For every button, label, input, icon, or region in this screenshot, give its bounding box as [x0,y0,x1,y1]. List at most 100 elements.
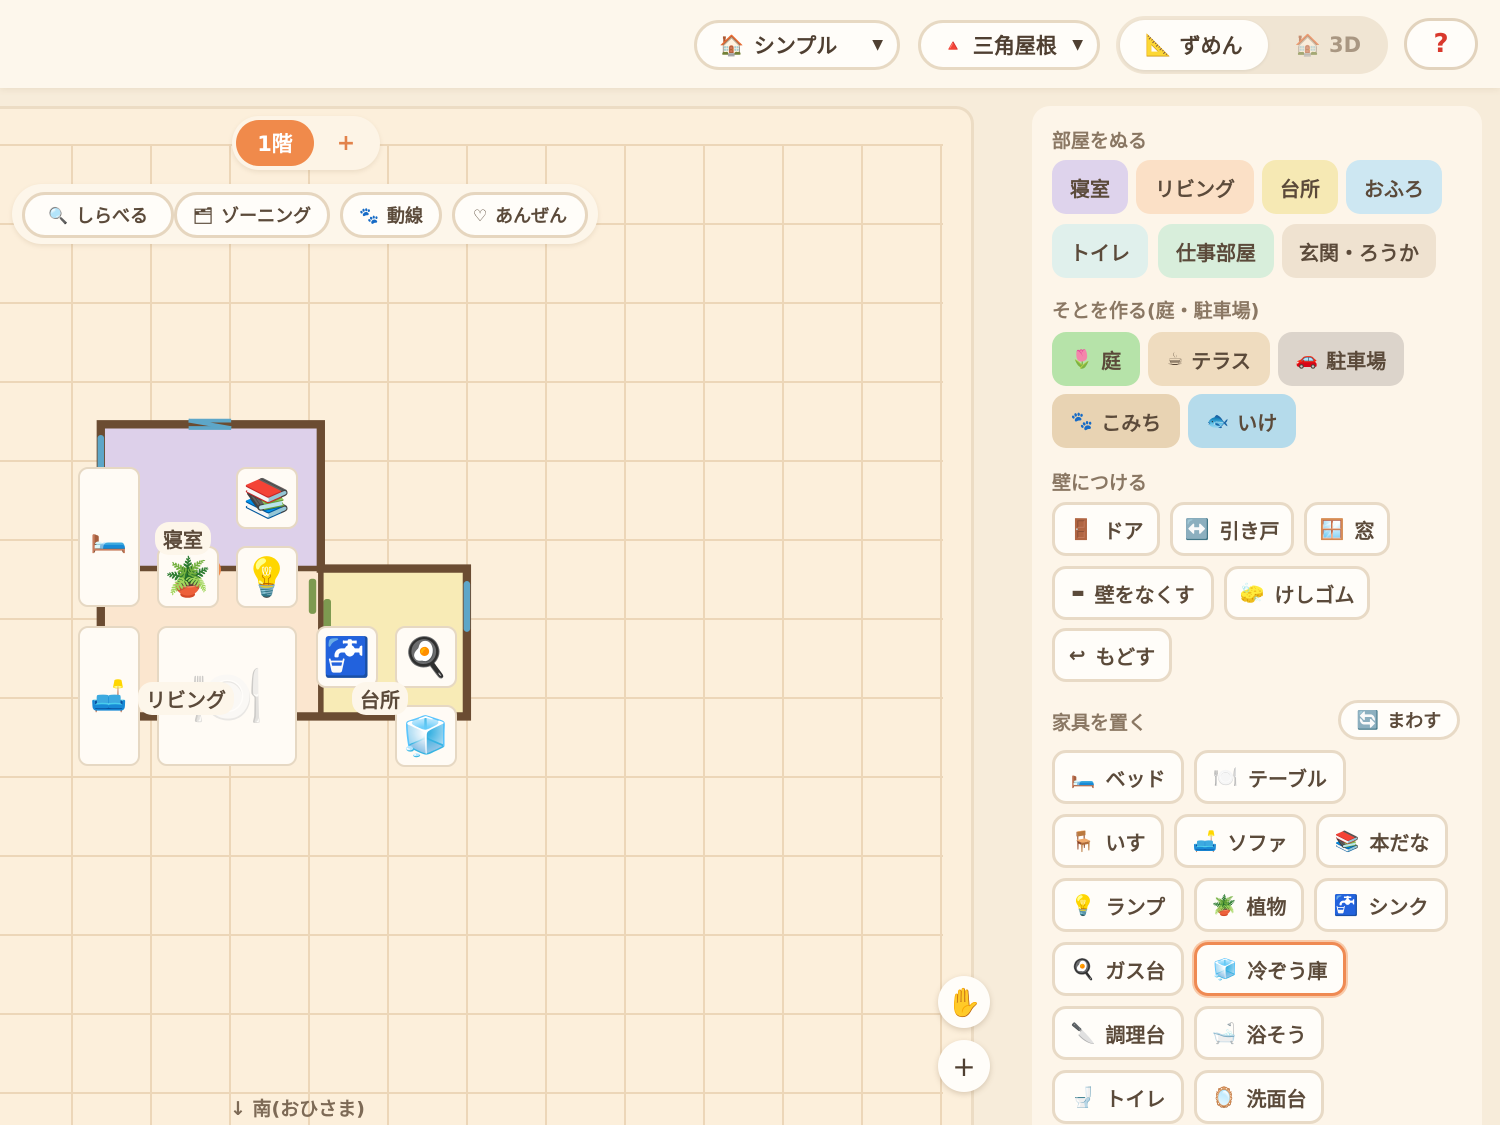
zoning-button[interactable]: 🗂 ゾーニング [174,192,330,238]
undo-arrow-icon: ↩ [1068,643,1086,667]
outside-chip-parking[interactable]: 🚗 駐車場 [1278,332,1404,386]
furniture-bookshelf[interactable]: 📚 [236,467,298,529]
plus-icon: + [952,1049,976,1083]
room-chip-hallway[interactable]: 玄関・ろうか [1282,224,1436,278]
outside-chip-label: こみち [1101,410,1162,435]
inspect-button[interactable]: 🔍 しらべる [22,192,174,238]
section-title-outside: そとを作る(庭・駐車場) [1052,300,1260,322]
roof-style-value: 三角屋根 [972,34,1057,58]
furniture-sofa[interactable]: 🛋️ [78,626,140,766]
compass-south: ↓ 南(おひさま) [230,1098,365,1120]
furniture-label: 植物 [1246,894,1287,919]
sofa-icon: 🛋️ [90,678,128,714]
flow-button[interactable]: 🐾 動線 [340,192,442,238]
furniture-fridge[interactable]: 🧊 [395,705,457,767]
eraser-button[interactable]: 🧽 けしゴム [1224,566,1370,620]
ruler-icon: 📐 [1145,32,1172,57]
sliding-door-label: 引き戸 [1219,518,1280,543]
zoom-in-button[interactable]: + [938,1040,990,1092]
furniture-stove[interactable]: 🍳 [395,626,457,688]
furniture-bed[interactable]: 🛏️ [78,467,140,607]
room-chip-living[interactable]: リビング [1136,160,1254,214]
room-label-kitchen: 台所 [352,682,408,715]
outside-chip-label: テラス [1191,348,1251,373]
furniture-button-washstand[interactable]: 🪞 洗面台 [1194,1070,1324,1124]
furniture-button-bookshelf[interactable]: 📚 本だな [1316,814,1448,868]
window-button[interactable]: 🪟 窓 [1304,502,1390,556]
analysis-toolbar: 🔍 しらべる 🗂 ゾーニング 🐾 動線 ♡ あんぜん [12,184,598,244]
room-chip-label: 仕事部屋 [1176,240,1256,265]
remove-wall-label: 壁をなくす [1094,582,1195,607]
room-chip-bath[interactable]: おふろ [1346,160,1442,214]
rotate-label: まわす [1387,711,1442,732]
paw-icon: 🐾 [359,205,379,225]
books-icon: 📚 [243,475,291,520]
floor-plan[interactable] [0,0,980,1040]
fish-icon: 🐟 [1206,410,1230,432]
furniture-lamp[interactable]: 💡 [236,546,298,608]
furniture-button-table[interactable]: 🍽️ テーブル [1194,750,1346,804]
eraser-label: けしゴム [1274,582,1355,607]
furniture-button-stove[interactable]: 🍳 ガス台 [1052,942,1184,996]
plant-icon: 🪴 [1211,893,1237,917]
sliding-door-button[interactable]: ↔️ 引き戸 [1170,502,1294,556]
help-button[interactable]: ? [1404,18,1478,70]
furniture-label: トイレ [1105,1086,1166,1111]
room-chip-label: トイレ [1070,240,1130,265]
outside-chip-path[interactable]: 🐾 こみち [1052,394,1180,448]
furniture-label: ソファ [1227,830,1288,855]
room-chip-office[interactable]: 仕事部屋 [1158,224,1274,278]
door-button[interactable]: 🚪 ドア [1052,502,1160,556]
undo-button[interactable]: ↩ もどす [1052,628,1172,682]
furniture-sink[interactable]: 🚰 [316,626,378,688]
undo-label: もどす [1095,644,1156,669]
furniture-label: ガス台 [1105,958,1166,983]
add-floor-button[interactable]: + [326,120,366,166]
door-icon: 🚪 [1068,517,1094,541]
room-chip-label: リビング [1155,176,1235,201]
3d-view-button[interactable]: 🏠 3D [1274,20,1382,70]
safety-button[interactable]: ♡ あんぜん [452,192,588,238]
floor-tab-1[interactable]: 1階 [236,120,314,166]
furniture-button-sofa[interactable]: 🛋️ ソファ [1174,814,1306,868]
furniture-button-sink[interactable]: 🚰 シンク [1314,878,1448,932]
room-label-bedroom: 寝室 [155,522,211,555]
furniture-plant[interactable]: 🪴 [157,546,219,608]
plan-view-button[interactable]: 📐 ずめん [1120,20,1268,70]
coffee-icon: ☕ [1167,348,1184,370]
furniture-label: 浴そう [1246,1022,1307,1047]
outside-chip-garden[interactable]: 🌷 庭 [1052,332,1140,386]
furniture-button-bathtub[interactable]: 🛁 浴そう [1194,1006,1324,1060]
remove-wall-button[interactable]: ▬ 壁をなくす [1052,566,1214,620]
furniture-label: 洗面台 [1246,1086,1307,1111]
room-chip-kitchen[interactable]: 台所 [1262,160,1338,214]
lightbulb-icon: 💡 [243,554,291,599]
books-icon: 📚 [1334,829,1360,853]
sponge-icon: 🧽 [1239,581,1265,605]
furniture-label: いす [1105,830,1146,855]
furniture-button-counter[interactable]: 🔪 調理台 [1052,1006,1184,1060]
furniture-button-fridge[interactable]: 🧊 冷ぞう庫 [1194,942,1346,996]
furniture-button-plant[interactable]: 🪴 植物 [1194,878,1304,932]
furniture-button-chair[interactable]: 🪑 いす [1052,814,1164,868]
section-title-furniture: 家具を置く [1052,712,1148,734]
plate-icon: 🍽️ [1213,765,1239,789]
rotate-icon: 🔄 [1356,709,1380,731]
room-chip-toilet[interactable]: トイレ [1052,224,1148,278]
furniture-button-bed[interactable]: 🛏️ ベッド [1052,750,1184,804]
outside-chip-terrace[interactable]: ☕ テラス [1148,332,1270,386]
outside-chip-label: いけ [1237,410,1278,435]
pan-button[interactable]: ✋ [938,976,990,1028]
furniture-label: 調理台 [1105,1022,1166,1047]
outside-chip-label: 駐車場 [1326,348,1387,373]
room-chip-bedroom[interactable]: 寝室 [1052,160,1128,214]
section-title-rooms: 部屋をぬる [1052,130,1148,152]
flow-label: 動線 [386,206,423,227]
safety-label: あんぜん [495,206,568,227]
outside-chip-pond[interactable]: 🐟 いけ [1188,394,1296,448]
section-title-walls: 壁につける [1052,472,1148,494]
furniture-button-toilet[interactable]: 🚽 トイレ [1052,1070,1184,1124]
toilet-icon: 🚽 [1070,1085,1096,1109]
rotate-button[interactable]: 🔄 まわす [1338,700,1460,740]
furniture-button-lamp[interactable]: 💡 ランプ [1052,878,1184,932]
